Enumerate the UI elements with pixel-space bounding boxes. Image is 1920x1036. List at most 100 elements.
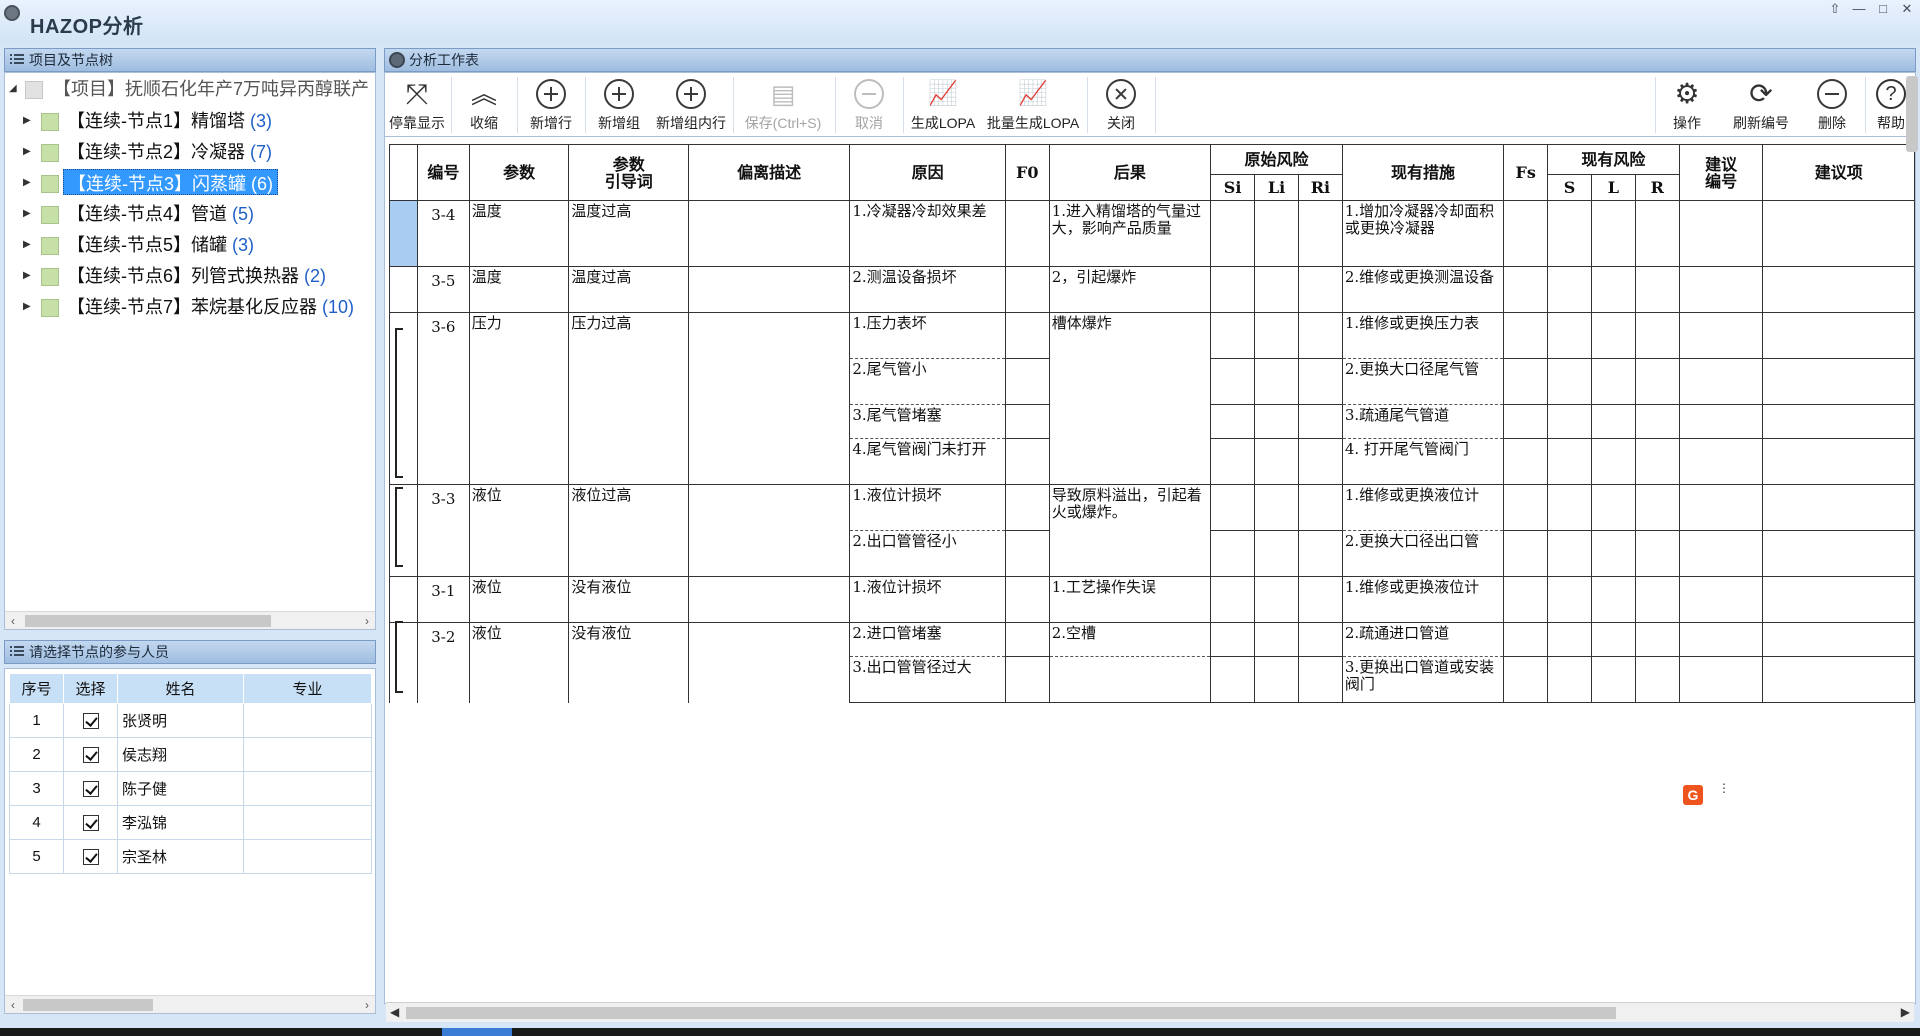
tree-node-5[interactable]: ▶ 【连续-节点5】储罐 (3) [5, 231, 375, 259]
measures-cell[interactable]: 1.维修或更换液位计 [1341, 576, 1505, 623]
suggestion-cell[interactable] [1762, 312, 1915, 359]
li-cell[interactable] [1254, 438, 1299, 485]
table-row[interactable]: 3-2 液位 没有液位 2.进口管堵塞 2.空槽 2.疏通进口管道 [389, 622, 1915, 703]
suggestion-cell[interactable] [1762, 656, 1915, 703]
table-row[interactable]: 5 宗圣林 [9, 839, 372, 874]
tree-node-7[interactable]: ▶ 【连续-节点7】苯烷基化反应器 (10) [5, 293, 375, 321]
li-cell[interactable] [1254, 404, 1299, 439]
l-cell[interactable] [1591, 438, 1636, 485]
si-cell[interactable] [1210, 358, 1256, 405]
measures-cell[interactable]: 1.增加冷凝器冷却面积或更换冷凝器 [1341, 200, 1505, 267]
table-row[interactable]: 1 张贤明 [9, 703, 372, 738]
s-cell[interactable] [1547, 266, 1592, 313]
suggestion-cell[interactable] [1762, 358, 1915, 405]
r-cell[interactable] [1634, 530, 1680, 577]
s-cell[interactable] [1547, 358, 1592, 405]
scrollbar-thumb[interactable] [23, 999, 153, 1011]
suggestion-cell[interactable] [1762, 266, 1915, 313]
cause-cell[interactable]: 2.出口管管径小 [849, 530, 1006, 577]
param-cell[interactable]: 液位 [468, 622, 570, 703]
si-cell[interactable] [1210, 656, 1256, 703]
ri-cell[interactable] [1297, 312, 1343, 359]
guideword-cell[interactable]: 液位过高 [568, 484, 689, 577]
r-cell[interactable] [1634, 358, 1680, 405]
measures-cell[interactable]: 2.更换大口径尾气管 [1341, 358, 1505, 405]
table-row[interactable]: 3-3 液位 液位过高 1.液位计损坏 导致原料溢出，引起着火或爆炸。 1.维修… [389, 484, 1915, 577]
table-row[interactable]: 3-1 液位 没有液位 1.液位计损坏 1.工艺操作失误 1.维修或更换液位计 [389, 576, 1915, 623]
ri-cell[interactable] [1297, 404, 1343, 439]
si-cell[interactable] [1210, 576, 1256, 623]
close-worksheet-button[interactable]: 关闭 [1089, 73, 1153, 137]
li-cell[interactable] [1254, 200, 1299, 267]
table-row[interactable]: 2 侯志翔 [9, 737, 372, 772]
table-row[interactable]: 4 李泓锦 [9, 805, 372, 840]
suggestion-cell[interactable] [1762, 438, 1915, 485]
li-cell[interactable] [1254, 576, 1299, 623]
guideword-cell[interactable]: 温度过高 [568, 200, 689, 267]
param-cell[interactable]: 温度 [468, 266, 570, 313]
fs-cell[interactable] [1503, 530, 1549, 577]
l-cell[interactable] [1591, 312, 1636, 359]
r-cell[interactable] [1634, 622, 1680, 657]
cause-cell[interactable]: 1.压力表坏 [849, 312, 1006, 359]
ri-cell[interactable] [1297, 622, 1343, 657]
si-cell[interactable] [1210, 530, 1256, 577]
row-selector[interactable] [389, 266, 418, 313]
param-cell[interactable]: 液位 [468, 576, 570, 623]
restore-icon[interactable]: ⇧ [1828, 2, 1842, 16]
ri-cell[interactable] [1297, 200, 1343, 267]
s-cell[interactable] [1547, 312, 1592, 359]
measures-cell[interactable]: 2.更换大口径出口管 [1341, 530, 1505, 577]
s-cell[interactable] [1547, 404, 1592, 439]
table-row[interactable]: 3 陈子健 [9, 771, 372, 806]
l-cell[interactable] [1591, 576, 1636, 623]
expand-arrow-icon[interactable]: ▶ [23, 178, 33, 188]
consequence-cell[interactable]: 1.进入精馏塔的气量过大，影响产品质量 [1048, 200, 1212, 267]
cause-cell[interactable]: 4.尾气管阀门未打开 [849, 438, 1006, 485]
fs-cell[interactable] [1503, 622, 1549, 657]
li-cell[interactable] [1254, 530, 1299, 577]
scroll-left-icon[interactable]: ◀ [390, 1005, 399, 1019]
r-cell[interactable] [1634, 312, 1680, 359]
suggestion-no-cell[interactable] [1678, 358, 1764, 405]
scroll-right-icon[interactable]: › [359, 996, 375, 1014]
li-cell[interactable] [1254, 484, 1299, 531]
ri-cell[interactable] [1297, 656, 1343, 703]
save-button[interactable]: ▤ 保存(Ctrl+S) [735, 73, 831, 137]
fs-cell[interactable] [1503, 312, 1549, 359]
suggestion-no-cell[interactable] [1678, 200, 1764, 267]
r-cell[interactable] [1634, 438, 1680, 485]
suggestion-no-cell[interactable] [1678, 622, 1764, 657]
tree-node-6[interactable]: ▶ 【连续-节点6】列管式换热器 (2) [5, 262, 375, 290]
li-cell[interactable] [1254, 656, 1299, 703]
expand-arrow-icon[interactable]: ▶ [23, 302, 33, 312]
participant-specialty[interactable] [243, 839, 372, 874]
measures-cell[interactable]: 2.疏通进口管道 [1341, 622, 1505, 657]
participant-specialty[interactable] [243, 771, 372, 806]
consequence-cell[interactable]: 1.工艺操作失误 [1048, 576, 1212, 623]
deviation-cell[interactable] [687, 576, 851, 623]
fs-cell[interactable] [1503, 404, 1549, 439]
li-cell[interactable] [1254, 622, 1299, 657]
deviation-cell[interactable] [687, 622, 851, 703]
measures-cell[interactable]: 1.维修或更换压力表 [1341, 312, 1505, 359]
f0-cell[interactable] [1004, 312, 1050, 359]
l-cell[interactable] [1591, 656, 1636, 703]
li-cell[interactable] [1254, 312, 1299, 359]
f0-cell[interactable] [1004, 576, 1050, 623]
param-cell[interactable]: 液位 [468, 484, 570, 577]
fs-cell[interactable] [1503, 576, 1549, 623]
f0-cell[interactable] [1004, 484, 1050, 531]
row-selector[interactable] [389, 312, 418, 485]
s-cell[interactable] [1547, 656, 1592, 703]
f0-cell[interactable] [1004, 358, 1050, 405]
tree-node-4[interactable]: ▶ 【连续-节点4】管道 (5) [5, 200, 375, 228]
tree-root[interactable]: ◢ 【项目】抚顺石化年产7万吨异丙醇联产 [5, 75, 375, 103]
r-cell[interactable] [1634, 404, 1680, 439]
suggestion-no-cell[interactable] [1678, 312, 1764, 359]
suggestion-no-cell[interactable] [1678, 530, 1764, 577]
consequence-cell[interactable]: 槽体爆炸 [1048, 312, 1212, 485]
suggestion-cell[interactable] [1762, 576, 1915, 623]
si-cell[interactable] [1210, 404, 1256, 439]
cancel-button[interactable]: 取消 [837, 73, 901, 137]
